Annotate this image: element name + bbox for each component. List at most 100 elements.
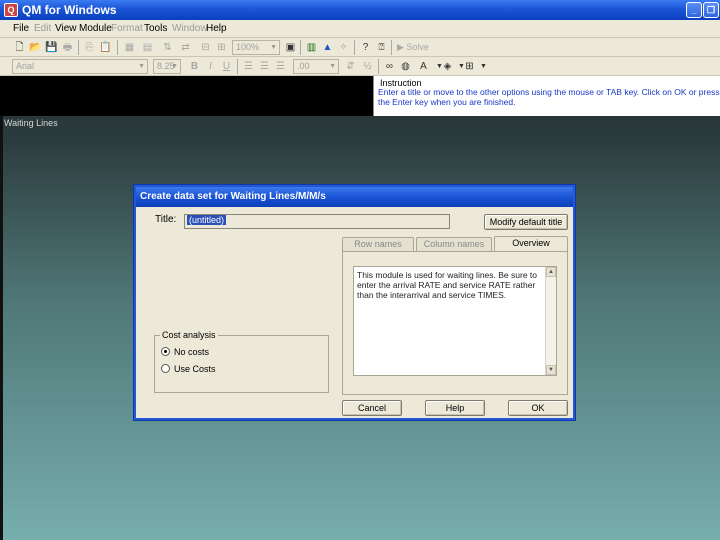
delete-row-icon[interactable]: ⊟ xyxy=(198,40,213,55)
chevron-down-icon: ▼ xyxy=(329,63,336,70)
workspace-module-label: Waiting Lines xyxy=(4,118,58,128)
toolbar-separator xyxy=(237,59,238,74)
scroll-up-icon[interactable]: ▲ xyxy=(546,267,556,277)
instruction-text: Enter a title or move to the other optio… xyxy=(378,87,720,107)
format-toolbar: Arial ▼ 8.25 ▼ B I U ☰ ☰ ☰ .00 ▼ ⇵ ½ ∞ ◍… xyxy=(0,57,720,76)
font-size-select[interactable]: 8.25 ▼ xyxy=(153,59,181,74)
minimize-icon[interactable]: _ xyxy=(686,2,702,18)
create-data-set-dialog: Create data set for Waiting Lines/M/M/s … xyxy=(134,185,575,420)
menu-bar: File Edit View Module Format Tools Windo… xyxy=(0,20,720,38)
decimals-select[interactable]: .00 ▼ xyxy=(293,59,339,74)
instruction-panel: Instruction Enter a title or move to the… xyxy=(373,76,720,116)
underline-icon[interactable]: U xyxy=(219,59,234,74)
zoom-select[interactable]: 100% ▼ xyxy=(232,40,280,55)
new-file-icon[interactable]: 🗋 xyxy=(12,40,27,55)
cost-analysis-label: Cost analysis xyxy=(160,330,218,340)
scroll-down-icon[interactable]: ▼ xyxy=(546,365,556,375)
menu-edit[interactable]: Edit xyxy=(34,23,51,34)
delete-column-icon[interactable]: ⊞ xyxy=(214,40,229,55)
overview-panel: This module is used for waiting lines. B… xyxy=(342,251,568,395)
grid-icon[interactable]: ▦ xyxy=(122,40,137,55)
dialog-tabs: Row names Column names Overview This mod… xyxy=(342,236,568,397)
menu-view[interactable]: View xyxy=(55,23,77,34)
radio-unselected-icon[interactable] xyxy=(161,364,170,373)
tab-row-names[interactable]: Row names xyxy=(342,237,414,251)
chevron-down-icon: ▼ xyxy=(138,63,145,70)
no-costs-option[interactable]: No costs xyxy=(161,347,209,357)
ok-button[interactable]: OK xyxy=(508,400,568,416)
wizard-icon[interactable]: ✧ xyxy=(336,40,351,55)
solve-label: Solve xyxy=(406,42,429,52)
overview-textbox[interactable]: This module is used for waiting lines. B… xyxy=(353,266,557,376)
app-titlebar: Q QM for Windows _ ❐ xyxy=(0,0,720,20)
toolbar-separator xyxy=(78,40,79,55)
help-pointer-icon[interactable]: ? xyxy=(358,40,373,55)
help-button[interactable]: Help xyxy=(425,400,485,416)
instruction-band: Instruction Enter a title or move to the… xyxy=(0,76,720,116)
overview-text: This module is used for waiting lines. B… xyxy=(357,270,538,300)
title-input-value: (untitled) xyxy=(187,215,227,225)
table-icon[interactable]: ▥ xyxy=(304,40,319,55)
color-icon[interactable]: ◍ xyxy=(398,59,413,74)
help-topic-icon[interactable]: ⍰ xyxy=(374,40,389,55)
grid-lines-icon[interactable]: ▤ xyxy=(140,40,155,55)
cost-analysis-group: Cost analysis No costs Use Costs xyxy=(154,330,329,393)
font-color-icon[interactable]: A xyxy=(416,59,431,74)
chevron-down-icon: ▼ xyxy=(171,63,178,70)
standard-toolbar: 🗋 📂 💾 🖶 ⎘ 📋 ▦ ▤ ⇅ ⇄ ⊟ ⊞ 100% ▼ ▣ ▥ ▲ ✧ ?… xyxy=(0,38,720,57)
normal-distribution-icon[interactable]: ▲ xyxy=(320,40,335,55)
font-select[interactable]: Arial ▼ xyxy=(12,59,148,74)
align-left-icon[interactable]: ☰ xyxy=(241,59,256,74)
cancel-button[interactable]: Cancel xyxy=(342,400,402,416)
italic-icon[interactable]: I xyxy=(203,59,218,74)
modify-default-title-button[interactable]: Modify default title xyxy=(484,214,568,230)
menu-help[interactable]: Help xyxy=(206,23,227,34)
toolbar-separator xyxy=(300,40,301,55)
title-field-label: Title: xyxy=(155,214,177,225)
toolbar-separator xyxy=(378,59,379,74)
menu-file[interactable]: File xyxy=(13,23,29,34)
paste-icon[interactable]: 📋 xyxy=(98,40,113,55)
app-logo-icon[interactable]: Q xyxy=(4,3,18,17)
dialog-title: Create data set for Waiting Lines/M/M/s xyxy=(136,187,573,207)
insert-column-icon[interactable]: ⇄ xyxy=(178,40,193,55)
bold-icon[interactable]: B xyxy=(187,59,202,74)
tab-column-names[interactable]: Column names xyxy=(416,237,492,251)
align-right-icon[interactable]: ☰ xyxy=(273,59,288,74)
workspace-edge xyxy=(0,116,3,540)
toolbar-separator xyxy=(117,40,118,55)
toolbar-separator xyxy=(354,40,355,55)
open-folder-icon[interactable]: 📂 xyxy=(28,40,43,55)
copy-icon[interactable]: ⎘ xyxy=(82,40,97,55)
toolbar-separator xyxy=(391,40,392,55)
calculator-icon[interactable]: ▣ xyxy=(283,40,298,55)
tab-overview[interactable]: Overview xyxy=(494,236,568,252)
use-costs-label: Use Costs xyxy=(174,364,216,374)
fill-color-icon[interactable]: ◈ xyxy=(440,59,455,74)
solve-button[interactable]: ▶ Solve xyxy=(397,42,429,53)
save-icon[interactable]: 💾 xyxy=(44,40,59,55)
borders-icon[interactable]: ⊞ xyxy=(462,59,477,74)
zoom-value: 100% xyxy=(236,42,260,52)
menu-tools[interactable]: Tools xyxy=(144,23,167,34)
radio-selected-icon[interactable] xyxy=(161,347,170,356)
font-value: Arial xyxy=(16,61,35,71)
insert-row-icon[interactable]: ⇅ xyxy=(160,40,175,55)
no-costs-label: No costs xyxy=(174,347,210,357)
zoom-glasses-icon[interactable]: ∞ xyxy=(382,59,397,74)
fraction-icon[interactable]: ½ xyxy=(360,59,375,74)
menu-format[interactable]: Format xyxy=(111,23,143,34)
decimals-value: .00 xyxy=(297,61,310,71)
sort-icon[interactable]: ⇵ xyxy=(343,59,358,74)
align-center-icon[interactable]: ☰ xyxy=(257,59,272,74)
app-title: QM for Windows xyxy=(22,3,117,17)
print-icon[interactable]: 🖶 xyxy=(60,40,75,55)
menu-window[interactable]: Window xyxy=(172,23,208,34)
overview-scrollbar[interactable]: ▲ ▼ xyxy=(545,267,556,375)
use-costs-option[interactable]: Use Costs xyxy=(161,364,216,374)
menu-module[interactable]: Module xyxy=(79,23,112,34)
restore-icon[interactable]: ❐ xyxy=(703,2,719,18)
title-input[interactable]: (untitled) xyxy=(184,214,450,229)
chevron-down-icon: ▼ xyxy=(270,44,277,51)
chevron-down-icon[interactable]: ▼ xyxy=(476,59,491,74)
